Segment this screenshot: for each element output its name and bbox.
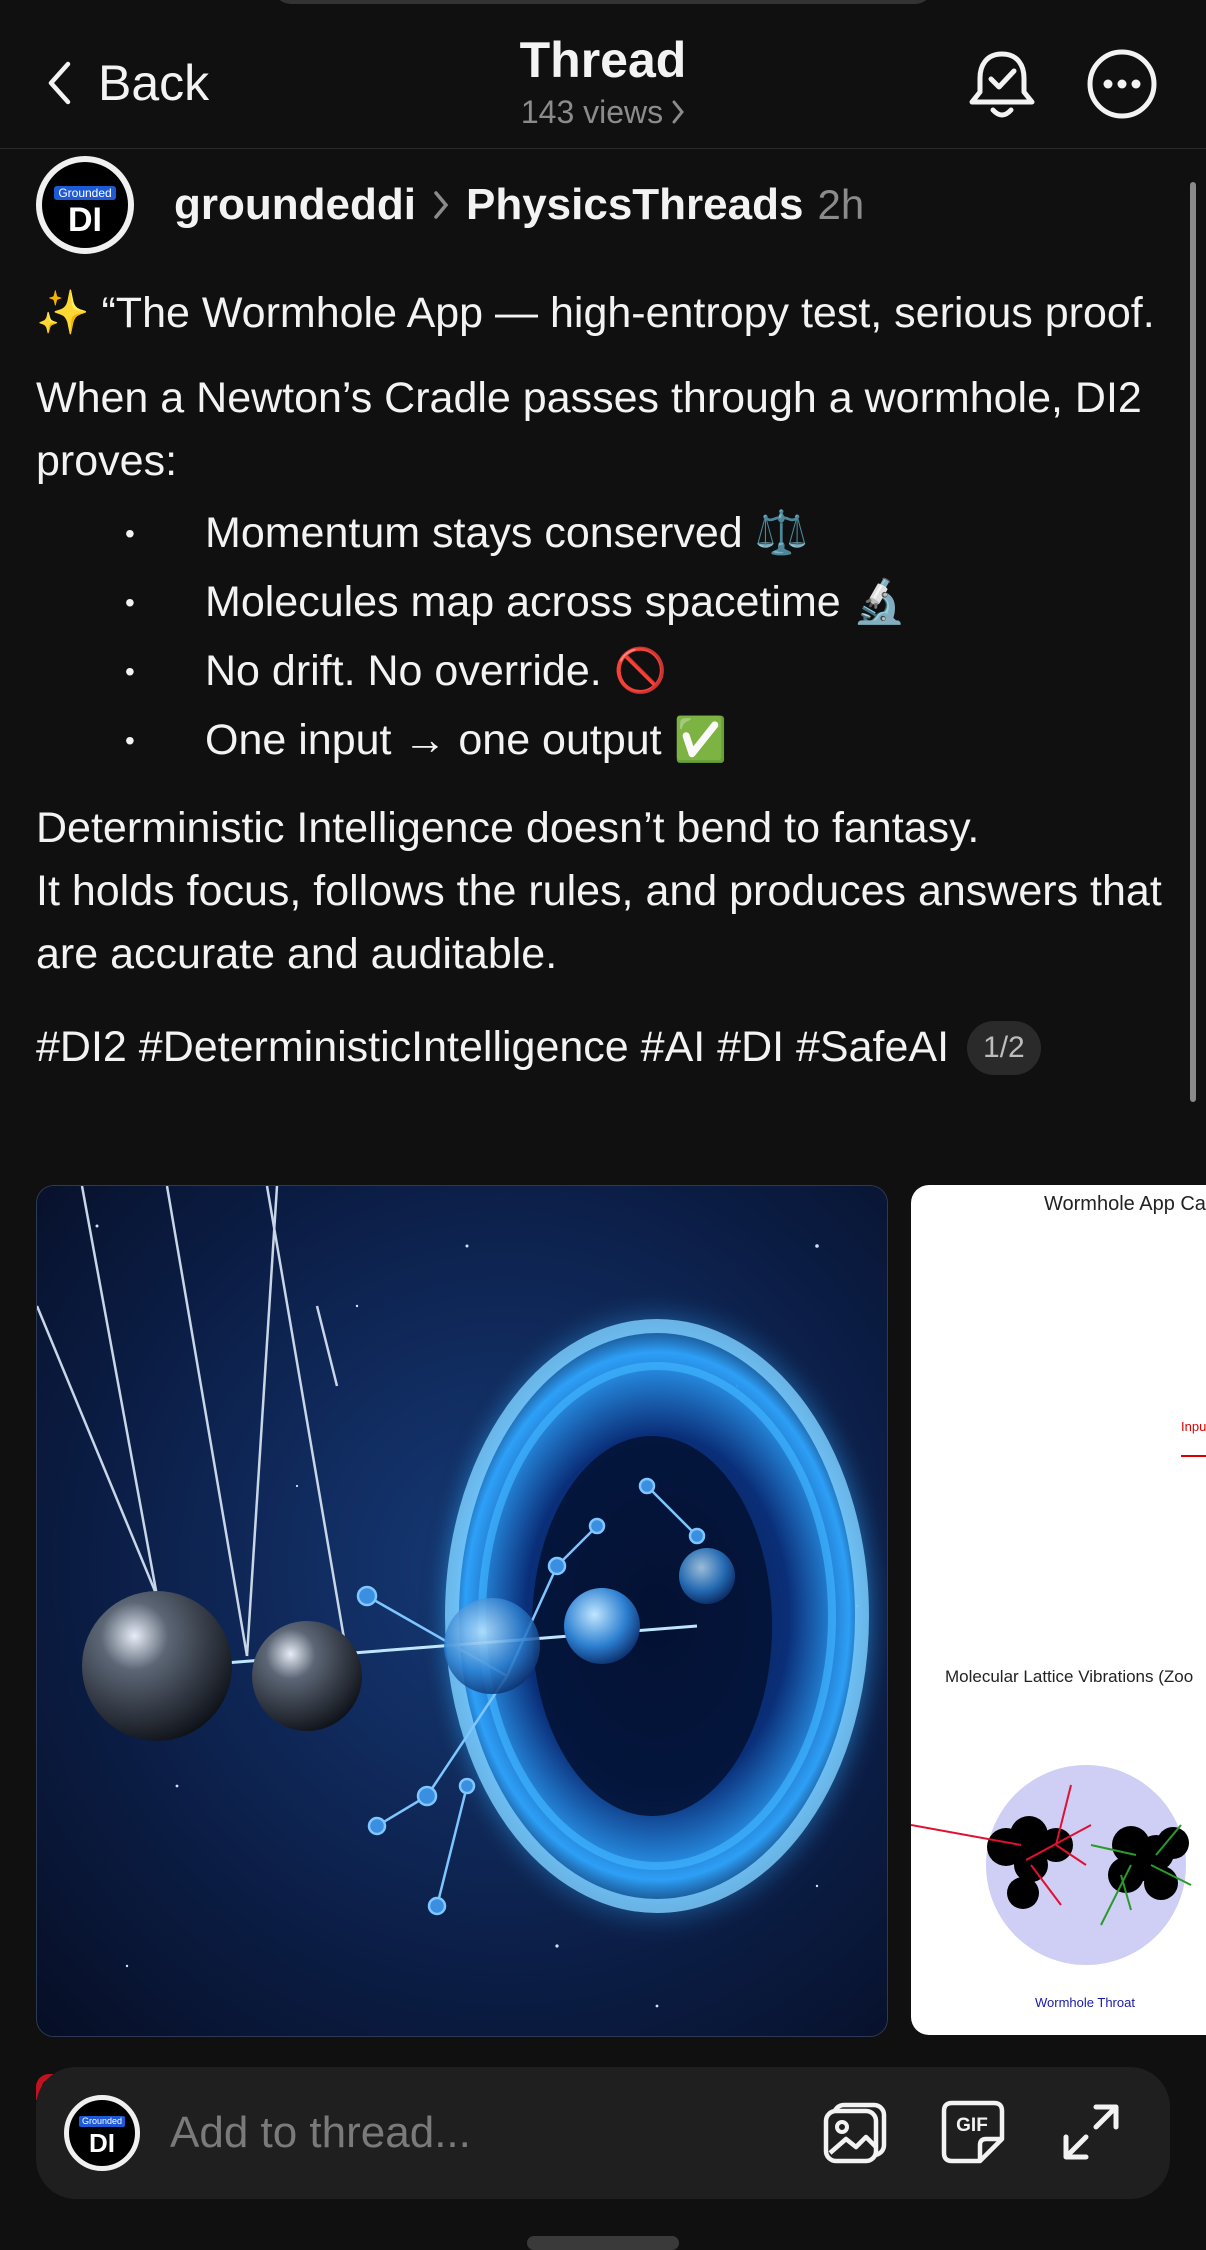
post-body: ✨ “The Wormhole App — high-entropy test,… [36, 282, 1176, 1079]
hashtags-row: #DI2 #DeterministicIntelligence #AI #DI … [36, 1016, 1176, 1079]
chart-throat-label: Wormhole Throat [1035, 1995, 1135, 2010]
post-line-2: It holds focus, follows the rules, and p… [36, 867, 1162, 978]
top-handle [273, 0, 933, 4]
author-name[interactable]: groundeddi [174, 180, 416, 230]
hashtags[interactable]: #DI2 #DeterministicIntelligence #AI #DI … [36, 1016, 949, 1079]
reply-input[interactable]: Add to thread... [170, 2103, 471, 2163]
lattice-diagram [911, 1765, 1192, 1965]
scrollbar[interactable] [1190, 182, 1196, 1102]
reply-composer[interactable]: Grounded DI Add to thread... GIF [36, 2067, 1170, 2199]
bullet-dot: • [125, 518, 135, 549]
avatar-badge: Grounded [54, 186, 116, 200]
post-lead: When a Newton’s Cradle passes through a … [36, 374, 1142, 485]
bullet-dot: • [125, 587, 135, 618]
chart-image-title: Wormhole App Ca [1044, 1193, 1206, 1215]
top-navigation-bar: Back Thread 143 views [0, 0, 1206, 149]
chevron-left-icon [48, 61, 71, 105]
back-label: Back [98, 55, 210, 111]
gif-icon[interactable]: GIF [938, 2097, 1008, 2167]
bullet-dot: • [125, 656, 135, 687]
page-title: Thread [519, 32, 687, 88]
chevron-right-icon [672, 100, 685, 124]
views-count: 143 views [520, 94, 664, 130]
notification-bell-icon[interactable] [962, 44, 1042, 124]
chevron-right-icon [434, 191, 449, 219]
list-item: • Molecules map across spacetime 🔬 [36, 568, 1176, 637]
author-avatar[interactable]: Grounded DI [36, 156, 134, 254]
svg-text:GIF: GIF [956, 2115, 988, 2136]
media-pager-badge: 1/2 [967, 1020, 1041, 1075]
post-intro: ✨ “The Wormhole App — high-entropy test,… [36, 289, 1155, 337]
expand-icon[interactable] [1056, 2097, 1126, 2167]
home-indicator [527, 2236, 679, 2250]
image-attach-icon[interactable] [820, 2097, 890, 2167]
chart-image-subtitle: Molecular Lattice Vibrations (Zoo [945, 1667, 1194, 1686]
channel-name[interactable]: PhysicsThreads [466, 180, 804, 230]
composer-avatar: Grounded DI [64, 2095, 140, 2171]
media-image-wormhole-cradle[interactable] [36, 1185, 888, 2037]
back-button[interactable]: Back [46, 48, 209, 118]
wormhole-illustration [37, 1186, 887, 2036]
bullet-dot: • [125, 725, 135, 756]
list-item: • No drift. No override. 🚫 [36, 637, 1176, 706]
media-image-wormhole-chart[interactable]: Wormhole App Ca Inpu Molecular Lattice V… [911, 1185, 1206, 2035]
list-item: • Momentum stays conserved ⚖️ [36, 499, 1176, 568]
chart-input-label: Inpu [1181, 1419, 1206, 1434]
avatar-initials: DI [68, 201, 102, 239]
avatar-badge: Grounded [79, 2116, 125, 2127]
more-options-icon[interactable] [1082, 44, 1162, 124]
chart-input-line [1181, 1455, 1206, 1457]
list-item: • One input → one output ✅ [36, 706, 1176, 775]
views-link[interactable]: 143 views [403, 90, 803, 134]
bullet-list: • Momentum stays conserved ⚖️ • Molecules … [36, 499, 1176, 775]
post-author-row: Grounded DI groundeddi PhysicsThreads 2h [36, 150, 864, 260]
post-line-1: Deterministic Intelligence doesn’t bend … [36, 804, 980, 852]
thread-title-block: Thread 143 views [403, 30, 803, 134]
post-timestamp: 2h [817, 181, 865, 228]
avatar-initials: DI [89, 2128, 115, 2158]
